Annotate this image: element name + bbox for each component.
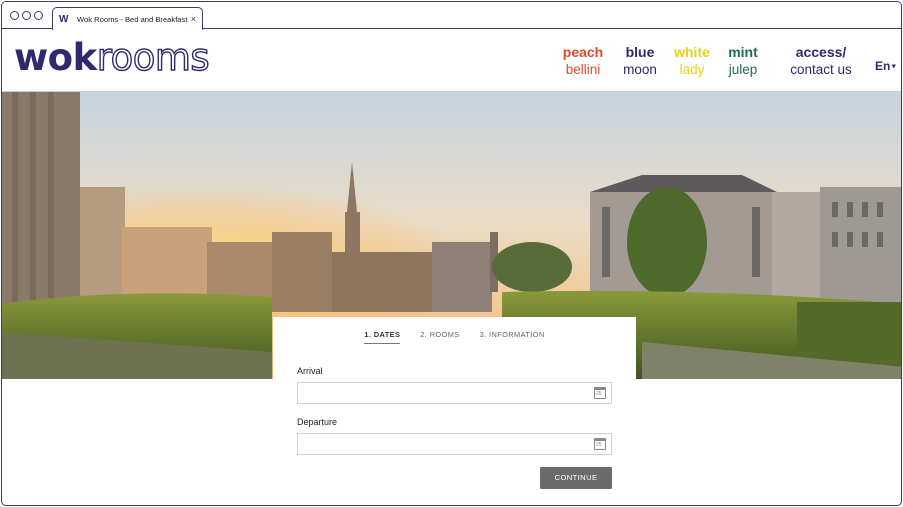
window-controls	[10, 11, 43, 20]
nav-item-bottom: contact us	[790, 62, 852, 77]
nav-item-bottom: lady	[679, 62, 705, 77]
booking-card: 1. DATES 2. ROOMS 3. INFORMATION Arrival…	[273, 317, 636, 505]
nav-item-top: blue	[625, 44, 655, 60]
nav-item-mint-julep[interactable]: mint julep	[722, 44, 764, 79]
nav-item-top: white	[674, 44, 710, 60]
arrival-date-field[interactable]: 25	[297, 382, 612, 404]
nav-item-blue-moon[interactable]: blue moon	[616, 44, 664, 79]
close-icon[interactable]: ×	[191, 14, 196, 24]
browser-toolbar: W Wok Rooms - Bed and Breakfast ×	[2, 2, 901, 30]
nav-item-bottom: julep	[728, 62, 758, 77]
window-maximize-dot[interactable]	[34, 11, 43, 20]
calendar-icon[interactable]: 25	[594, 438, 606, 450]
window-minimize-dot[interactable]	[22, 11, 31, 20]
tab-title: Wok Rooms - Bed and Breakfast	[77, 14, 188, 24]
nav-item-top: peach	[562, 44, 604, 60]
favicon-icon: W	[59, 13, 68, 25]
language-label: En	[875, 59, 891, 73]
nav-item-bottom: moon	[623, 62, 657, 77]
nav-item-access-contact[interactable]: access/ contact us	[783, 44, 859, 79]
nav-item-top: mint	[728, 44, 758, 60]
departure-label: Departure	[297, 417, 338, 427]
site-header: wokrooms peach bellini blue moon white l…	[2, 30, 901, 92]
step-dates[interactable]: 1. DATES	[364, 330, 401, 344]
main-nav: peach bellini blue moon white lady mint …	[2, 44, 901, 84]
window-close-dot[interactable]	[10, 11, 19, 20]
chevron-down-icon: ▼	[890, 63, 898, 71]
nav-item-peach-bellini[interactable]: peach bellini	[558, 44, 608, 79]
nav-item-bottom: bellini	[565, 62, 601, 77]
continue-button[interactable]: CONTINUE	[540, 467, 612, 489]
departure-date-field[interactable]: 25	[297, 433, 612, 455]
browser-window: W Wok Rooms - Bed and Breakfast × wokroo…	[1, 1, 902, 506]
language-selector[interactable]: En▼	[875, 59, 897, 73]
nav-item-top: access/	[795, 44, 847, 60]
booking-steps: 1. DATES 2. ROOMS 3. INFORMATION	[273, 330, 636, 344]
step-information[interactable]: 3. INFORMATION	[480, 330, 545, 344]
arrival-label: Arrival	[297, 366, 323, 376]
nav-item-white-lady[interactable]: white lady	[669, 44, 715, 79]
browser-tab[interactable]: W Wok Rooms - Bed and Breakfast ×	[52, 7, 203, 30]
step-rooms[interactable]: 2. ROOMS	[420, 330, 459, 344]
calendar-icon[interactable]: 25	[594, 387, 606, 399]
